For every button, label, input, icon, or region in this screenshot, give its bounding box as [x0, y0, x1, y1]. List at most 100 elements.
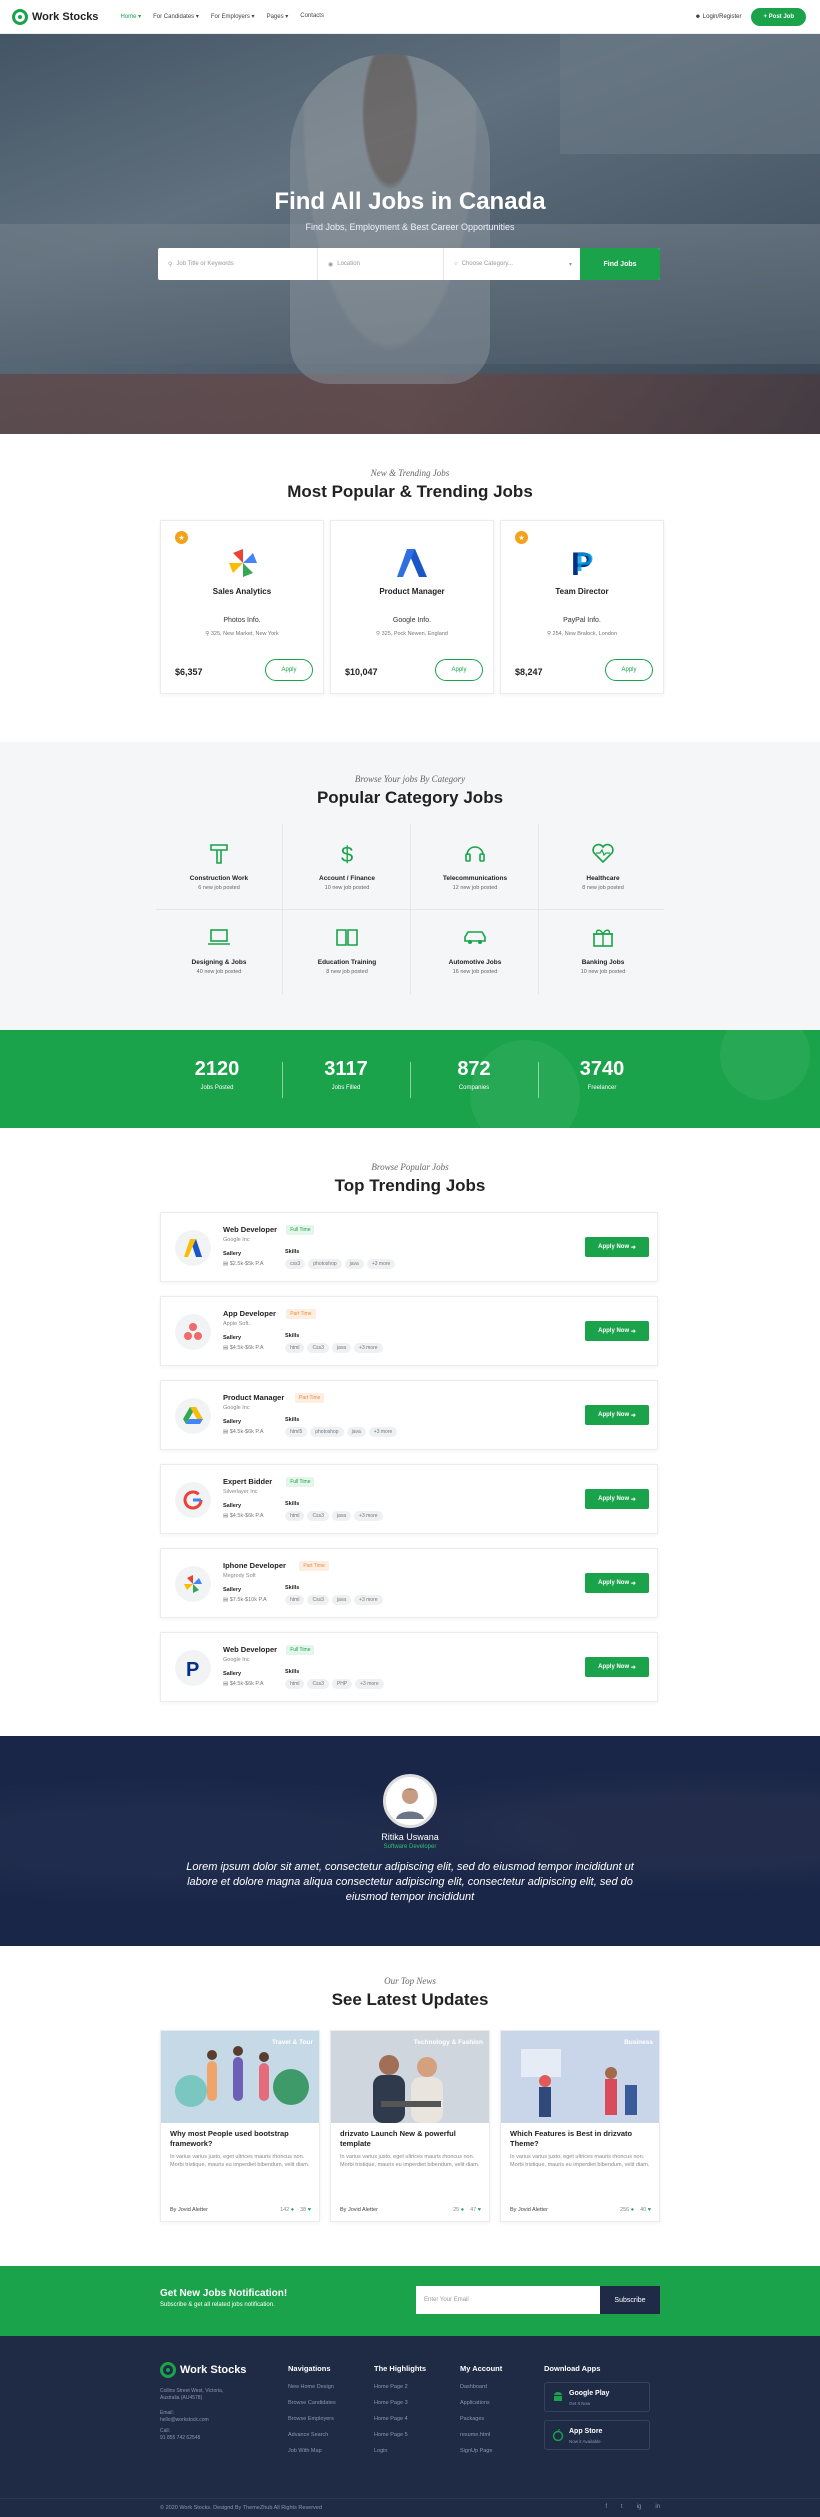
login-link[interactable]: ☻ Login/Register	[695, 14, 742, 20]
job-salary: ▤ $4.5k-$6k P.A	[223, 1513, 264, 1519]
footer-link[interactable]: Browse Employers	[288, 2416, 334, 2422]
apply-now-button[interactable]: Apply Now ➜	[585, 1405, 649, 1425]
testimonial-quote: Lorem ipsum dolor sit amet, consectetur …	[186, 1861, 634, 1903]
instagram-icon[interactable]: ig	[637, 2504, 642, 2510]
footer-link[interactable]: Home Page 4	[374, 2416, 408, 2422]
find-jobs-button[interactable]: Find Jobs	[580, 248, 660, 280]
category-designing[interactable]: Designing & Jobs 40 new job posted	[156, 924, 282, 1006]
popular-job-card[interactable]: ★ P P Team Director PayPal Info. ⚲ 254, …	[500, 520, 664, 694]
footer-link[interactable]: Applications	[460, 2400, 490, 2406]
footer-link[interactable]: Advance Search	[288, 2432, 328, 2438]
apply-now-button[interactable]: Apply Now ➜	[585, 1573, 649, 1593]
facebook-icon[interactable]: f	[605, 2504, 607, 2510]
company-name: PayPal Info.	[563, 617, 601, 624]
dollar-icon: $	[341, 842, 353, 867]
job-title[interactable]: Team Director	[501, 587, 663, 596]
nav-candidates[interactable]: For Candidates ▾	[153, 13, 199, 20]
category-telecom[interactable]: Telecommunications 12 new job posted	[412, 840, 538, 922]
job-title[interactable]: Expert Bidder	[223, 1477, 272, 1486]
apply-button[interactable]: Apply	[435, 659, 483, 681]
category-education[interactable]: Education Training 8 new job posted	[284, 924, 410, 1006]
news-title: See Latest Updates	[331, 1990, 489, 2009]
job-row[interactable]: App Developer Part Time Apple Soft. Sall…	[160, 1296, 658, 1366]
footer-logo[interactable]: Work Stocks	[160, 2362, 246, 2378]
avatar	[383, 1774, 437, 1828]
location-input[interactable]: ◉ Location	[318, 248, 444, 280]
popular-job-card[interactable]: ★ Sales Analytics Photos Info. ⚲ 325, Ne…	[160, 520, 324, 694]
footer-col-title: Download Apps	[544, 2364, 601, 2373]
news-image: Technology & Fashion	[331, 2031, 489, 2123]
email-field[interactable]: Enter Your Email	[416, 2286, 600, 2314]
job-title[interactable]: App Developer	[223, 1309, 276, 1318]
user-icon: ☻	[694, 13, 702, 20]
news-card[interactable]: Technology & Fashion drizvato Launch New…	[330, 2030, 490, 2222]
comment-count: 142 ●	[280, 2207, 295, 2213]
footer-link[interactable]: Login	[374, 2448, 387, 2454]
news-headline[interactable]: Why most People used bootstrap framework…	[170, 2129, 311, 2149]
job-row[interactable]: Web Developer Full Time Google Inc Salle…	[160, 1212, 658, 1282]
money-icon: ▤	[223, 1597, 229, 1603]
apply-now-button[interactable]: Apply Now ➜	[585, 1237, 649, 1257]
skill-list: html5 photoshop java +3 more	[285, 1427, 398, 1437]
category-finance[interactable]: $ Account / Finance 10 new job posted	[284, 840, 410, 922]
nav-pages[interactable]: Pages ▾	[267, 13, 289, 20]
job-title[interactable]: Sales Analytics	[161, 587, 323, 596]
footer-link[interactable]: New Home Design	[288, 2384, 334, 2390]
keyword-input[interactable]: ⚲ Job Title or Keywords	[158, 248, 318, 280]
category-section: Browse Your jobs By Category Popular Cat…	[0, 742, 820, 1030]
news-card[interactable]: Business Which Features is Best in drizv…	[500, 2030, 660, 2222]
twitter-icon[interactable]: t	[621, 2504, 623, 2510]
footer-link[interactable]: Job With Map	[288, 2448, 322, 2454]
linkedin-icon[interactable]: in	[655, 2504, 660, 2510]
job-title[interactable]: Web Developer	[223, 1225, 277, 1234]
comment-icon: ●	[460, 2207, 465, 2213]
trending-title: Top Trending Jobs	[334, 1176, 486, 1195]
category-healthcare[interactable]: Healthcare 8 new job posted	[540, 840, 666, 922]
footer-link[interactable]: Home Page 3	[374, 2400, 408, 2406]
nav-home[interactable]: Home ▾	[120, 13, 141, 20]
post-job-button[interactable]: + Post Job	[751, 7, 806, 26]
category-banking[interactable]: Banking Jobs 10 new job posted	[540, 924, 666, 1006]
job-row[interactable]: P Web Developer Full Time Google Inc Sal…	[160, 1632, 658, 1702]
category-automotive[interactable]: Automotive Jobs 16 new job posted	[412, 924, 538, 1006]
footer-link[interactable]: resume.html	[460, 2432, 490, 2438]
skill-tag: photoshop	[310, 1427, 344, 1437]
apply-now-button[interactable]: Apply Now ➜	[585, 1321, 649, 1341]
footer-link[interactable]: Home Page 5	[374, 2432, 408, 2438]
news-card[interactable]: Travel & Tour Why most People used boots…	[160, 2030, 320, 2222]
footer-link[interactable]: Browse Candidates	[288, 2400, 336, 2406]
google-play-button[interactable]: Google Play Get It Now	[544, 2382, 650, 2412]
category-select[interactable]: ○ Choose Category... ▾	[444, 248, 580, 280]
apply-button[interactable]: Apply	[265, 659, 313, 681]
apply-button[interactable]: Apply	[605, 659, 653, 681]
skill-tag: photoshop	[308, 1259, 342, 1269]
news-headline[interactable]: drizvato Launch New & powerful template	[340, 2129, 481, 2149]
footer-link[interactable]: Packages	[460, 2416, 484, 2422]
news-eyebrow: Our Top News	[384, 1976, 436, 1986]
footer-link[interactable]: SignUp Page	[460, 2448, 492, 2454]
job-title[interactable]: Product Manager	[331, 587, 493, 596]
news-headline[interactable]: Which Features is Best in drizvato Theme…	[510, 2129, 651, 2149]
job-row[interactable]: Iphone Developer Part Time Megrody Soft …	[160, 1548, 658, 1618]
salary-label: Sallery	[223, 1335, 242, 1341]
footer-col-title: My Account	[460, 2364, 503, 2373]
nav-contacts[interactable]: Contacts	[300, 13, 324, 20]
apply-now-button[interactable]: Apply Now ➜	[585, 1657, 649, 1677]
subscribe-button[interactable]: Subscribe	[600, 2286, 660, 2314]
job-title[interactable]: Web Developer	[223, 1645, 277, 1654]
footer-link[interactable]: Home Page 2	[374, 2384, 408, 2390]
job-row[interactable]: Product Manager Part Time Google Inc Sal…	[160, 1380, 658, 1450]
category-construction[interactable]: Construction Work 6 new job posted	[156, 840, 282, 922]
footer-link[interactable]: Dashboard	[460, 2384, 487, 2390]
footer-phone: Call: 91 855 742 62548	[160, 2428, 201, 2441]
app-store-button[interactable]: App Store Now it Available	[544, 2420, 650, 2450]
job-title[interactable]: Product Manager	[223, 1393, 284, 1402]
job-salary: ▤ $4.5k-$6k P.A	[223, 1681, 264, 1687]
site-logo[interactable]: Work Stocks	[12, 8, 98, 25]
job-row[interactable]: Expert Bidder Full Time Silverlayer Inc …	[160, 1464, 658, 1534]
apply-now-button[interactable]: Apply Now ➜	[585, 1489, 649, 1509]
google-drive-logo-icon	[175, 1398, 211, 1434]
popular-job-card[interactable]: Product Manager Google Info. ⚲ 325, Pock…	[330, 520, 494, 694]
job-title[interactable]: Iphone Developer	[223, 1561, 286, 1570]
nav-employers[interactable]: For Employers ▾	[211, 13, 255, 20]
